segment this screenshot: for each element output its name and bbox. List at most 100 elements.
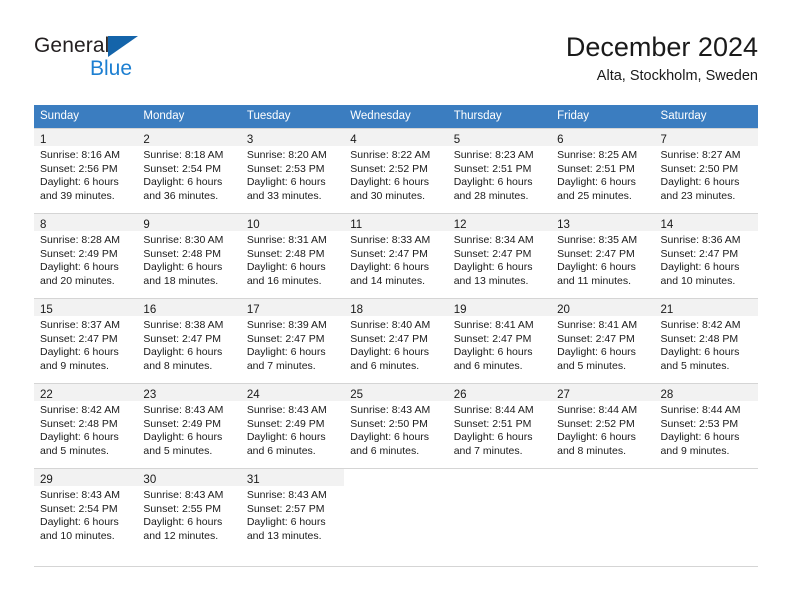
calendar-day-cell[interactable]: 4 Sunrise: 8:22 AM Sunset: 2:52 PM Daylight… [344,128,448,214]
day-cell-inner: 17 Sunrise: 8:39 AM Sunset: 2:47 PM Dayligh… [240,299,345,383]
day-number-band: 25 [344,384,448,401]
day-number: 18 [350,304,364,316]
sunrise-text: Sunrise: 8:41 AM [557,319,638,331]
sunrise-text: Sunrise: 8:28 AM [40,234,120,246]
weekday-header-saturday: Saturday [654,105,758,129]
daylight-text-line2: and 12 minutes. [143,529,219,542]
calendar-day-cell[interactable]: 5 Sunrise: 8:23 AM Sunset: 2:51 PM Daylight… [447,128,552,214]
calendar-day-cell[interactable]: 13 Sunrise: 8:35 AM Sunset: 2:47 PM Dayligh… [551,213,655,299]
day-cell-inner: 28 Sunrise: 8:44 AM Sunset: 2:53 PM Dayligh… [654,384,758,468]
day-number-band: 11 [344,214,448,231]
daylight-text-line1: Daylight: 6 hours [143,176,223,189]
day-details: Sunrise: 8:20 AM Sunset: 2:53 PM Daylight:… [241,146,344,203]
day-number-band: 26 [447,384,552,401]
calendar-day-cell[interactable]: 15 Sunrise: 8:37 AM Sunset: 2:47 PM Dayligh… [34,298,138,384]
day-number-band: 16 [137,299,241,316]
day-number-band: 5 [447,129,552,146]
daylight-text-line1: Daylight: 6 hours [40,516,119,529]
calendar-day-cell[interactable]: 20 Sunrise: 8:41 AM Sunset: 2:47 PM Dayligh… [551,298,655,384]
day-details: Sunrise: 8:28 AM Sunset: 2:49 PM Daylight:… [34,231,137,288]
generalblue-logo[interactable]: General Blue [34,33,244,89]
sunset-text: Sunset: 2:48 PM [40,417,118,430]
calendar-day-cell[interactable] [654,468,758,553]
calendar-day-cell[interactable]: 29 Sunrise: 8:43 AM Sunset: 2:54 PM Dayligh… [34,468,138,553]
calendar-day-cell[interactable]: 24 Sunrise: 8:43 AM Sunset: 2:49 PM Dayligh… [240,383,345,469]
day-details: Sunrise: 8:18 AM Sunset: 2:54 PM Daylight:… [137,146,240,203]
day-number: 27 [557,389,570,401]
sunset-text: Sunset: 2:53 PM [246,162,325,175]
sunset-text: Sunset: 2:52 PM [557,417,635,430]
calendar-day-cell[interactable] [344,468,448,553]
day-number-band: 30 [137,469,241,486]
day-cell-inner: 1 Sunrise: 8:16 AM Sunset: 2:56 PM Daylight… [34,129,138,213]
calendar-day-cell[interactable]: 18 Sunrise: 8:40 AM Sunset: 2:47 PM Dayligh… [344,298,448,384]
sunrise-text: Sunrise: 8:43 AM [246,489,327,501]
day-number: 7 [660,134,667,146]
calendar-day-cell[interactable]: 6 Sunrise: 8:25 AM Sunset: 2:51 PM Daylight… [551,128,655,214]
day-details: Sunrise: 8:16 AM Sunset: 2:56 PM Daylight:… [34,146,137,203]
day-cell-inner: 14 Sunrise: 8:36 AM Sunset: 2:47 PM Dayligh… [654,214,758,298]
sunset-text: Sunset: 2:49 PM [40,247,118,260]
daylight-text-line2: and 6 minutes. [350,359,420,372]
day-number-band: 4 [344,129,448,146]
calendar-day-cell[interactable]: 27 Sunrise: 8:44 AM Sunset: 2:52 PM Dayligh… [551,383,655,469]
calendar-day-cell[interactable] [447,468,552,553]
calendar-day-cell[interactable]: 2 Sunrise: 8:18 AM Sunset: 2:54 PM Daylight… [137,128,241,214]
day-cell-inner: 13 Sunrise: 8:35 AM Sunset: 2:47 PM Dayligh… [551,214,655,298]
calendar-week-row: 22 Sunrise: 8:42 AM Sunset: 2:48 PM Dayligh… [34,383,758,469]
day-cell-inner: 3 Sunrise: 8:20 AM Sunset: 2:53 PM Daylight… [240,129,345,213]
sunrise-text: Sunrise: 8:30 AM [143,234,224,246]
day-cell-inner: 23 Sunrise: 8:43 AM Sunset: 2:49 PM Dayligh… [137,384,241,468]
calendar-day-cell[interactable]: 28 Sunrise: 8:44 AM Sunset: 2:53 PM Dayligh… [654,383,758,469]
sunrise-text: Sunrise: 8:43 AM [246,404,327,416]
calendar-day-cell[interactable]: 21 Sunrise: 8:42 AM Sunset: 2:48 PM Dayligh… [654,298,758,384]
day-details: Sunrise: 8:35 AM Sunset: 2:47 PM Daylight:… [551,231,654,288]
sunset-text: Sunset: 2:54 PM [143,162,222,175]
sunrise-text: Sunrise: 8:44 AM [557,404,638,416]
sunset-text: Sunset: 2:47 PM [453,332,532,345]
calendar-day-cell[interactable]: 11 Sunrise: 8:33 AM Sunset: 2:47 PM Dayligh… [344,213,448,299]
calendar-day-cell[interactable]: 19 Sunrise: 8:41 AM Sunset: 2:47 PM Dayligh… [447,298,552,384]
calendar-day-cell[interactable]: 26 Sunrise: 8:44 AM Sunset: 2:51 PM Dayligh… [447,383,552,469]
day-number: 13 [557,219,570,231]
calendar-day-cell[interactable]: 30 Sunrise: 8:43 AM Sunset: 2:55 PM Dayligh… [137,468,241,553]
calendar-day-cell[interactable]: 3 Sunrise: 8:20 AM Sunset: 2:53 PM Daylight… [240,128,345,214]
day-number-band [448,469,551,486]
calendar-day-cell[interactable]: 7 Sunrise: 8:27 AM Sunset: 2:50 PM Daylight… [654,128,758,214]
day-number: 17 [246,304,260,316]
calendar-day-cell[interactable]: 9 Sunrise: 8:30 AM Sunset: 2:48 PM Daylight… [137,213,241,299]
calendar-day-cell[interactable]: 16 Sunrise: 8:38 AM Sunset: 2:47 PM Dayligh… [137,298,241,384]
day-number-band: 24 [240,384,345,401]
sunrise-text: Sunrise: 8:16 AM [40,149,120,161]
sunset-text: Sunset: 2:53 PM [660,417,739,430]
day-number: 31 [246,474,260,486]
day-number-band [344,469,447,486]
calendar-day-cell[interactable]: 1 Sunrise: 8:16 AM Sunset: 2:56 PM Daylight… [34,128,138,214]
day-number-band: 31 [240,469,345,486]
calendar-week-row: 15 Sunrise: 8:37 AM Sunset: 2:47 PM Dayligh… [34,298,758,384]
sunrise-text: Sunrise: 8:41 AM [453,319,534,331]
day-details: Sunrise: 8:25 AM Sunset: 2:51 PM Daylight:… [551,146,654,203]
daylight-text-line2: and 5 minutes. [40,444,109,457]
day-details: Sunrise: 8:44 AM Sunset: 2:51 PM Daylight:… [448,401,551,458]
calendar-day-cell[interactable]: 22 Sunrise: 8:42 AM Sunset: 2:48 PM Dayligh… [34,383,138,469]
daylight-text-line1: Daylight: 6 hours [453,346,533,359]
calendar-week-row: 29 Sunrise: 8:43 AM Sunset: 2:54 PM Dayligh… [34,468,758,553]
calendar-day-cell[interactable]: 25 Sunrise: 8:43 AM Sunset: 2:50 PM Dayligh… [344,383,448,469]
daylight-text-line2: and 8 minutes. [143,359,213,372]
calendar-day-cell[interactable]: 14 Sunrise: 8:36 AM Sunset: 2:47 PM Dayligh… [654,213,758,299]
calendar-day-cell[interactable]: 8 Sunrise: 8:28 AM Sunset: 2:49 PM Daylight… [34,213,138,299]
day-details: Sunrise: 8:42 AM Sunset: 2:48 PM Daylight:… [655,316,758,373]
calendar-day-cell[interactable]: 17 Sunrise: 8:39 AM Sunset: 2:47 PM Dayligh… [240,298,345,384]
calendar-day-cell[interactable] [551,468,655,553]
daylight-text-line1: Daylight: 6 hours [40,431,119,444]
daylight-text-line1: Daylight: 6 hours [143,431,223,444]
calendar-day-cell[interactable]: 31 Sunrise: 8:43 AM Sunset: 2:57 PM Dayligh… [240,468,345,553]
calendar-day-cell[interactable]: 12 Sunrise: 8:34 AM Sunset: 2:47 PM Dayligh… [447,213,552,299]
day-details: Sunrise: 8:33 AM Sunset: 2:47 PM Daylight:… [344,231,447,288]
calendar-day-cell[interactable]: 10 Sunrise: 8:31 AM Sunset: 2:48 PM Dayligh… [240,213,345,299]
day-number-band: 18 [344,299,448,316]
logo-triangle-icon [108,36,138,57]
day-details: Sunrise: 8:37 AM Sunset: 2:47 PM Daylight:… [34,316,137,373]
calendar-day-cell[interactable]: 23 Sunrise: 8:43 AM Sunset: 2:49 PM Dayligh… [137,383,241,469]
